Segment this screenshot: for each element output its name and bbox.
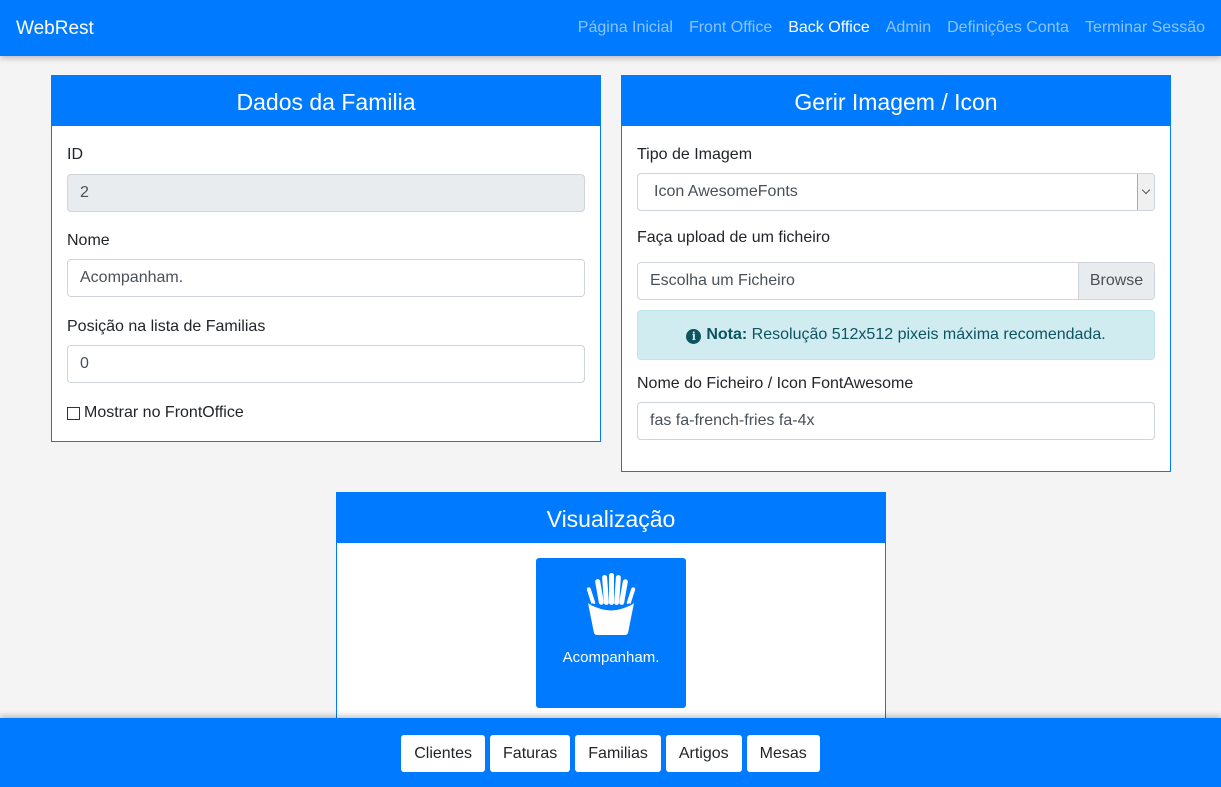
filename-field[interactable]: fas fa-french-fries fa-4x [637, 402, 1155, 440]
browse-button[interactable]: Browse [1078, 263, 1154, 299]
info-circle-icon: i [686, 329, 702, 344]
image-type-select[interactable]: Icon AwesomeFonts [637, 173, 1155, 211]
chevron-down-icon[interactable] [1137, 174, 1154, 210]
family-card-title: Dados da Familia [52, 76, 600, 126]
file-upload-input[interactable]: Escolha um Ficheiro Browse [637, 262, 1155, 300]
nav-link-back-office[interactable]: Back Office [788, 19, 870, 37]
id-field: 2 [67, 174, 585, 212]
show-frontoffice-checkbox[interactable] [67, 406, 80, 420]
note-text: Resolução 512x512 pixeis máxima recomend… [747, 326, 1106, 343]
name-label: Nome [67, 232, 110, 249]
footer-button-group: Clientes Faturas Familias Artigos Mesas [0, 735, 1221, 772]
french-fries-icon [586, 573, 636, 635]
resolution-note-alert: i Nota: Resolução 512x512 pixeis máxima r… [637, 310, 1155, 360]
show-frontoffice-label: Mostrar no FrontOffice [84, 404, 244, 421]
family-card-body: ID 2 Nome Acompanham. Posição na lista d… [52, 126, 600, 441]
preview-card-title: Visualização [337, 493, 885, 543]
image-card-body: Tipo de Imagem Icon AwesomeFonts Faça up… [622, 126, 1170, 471]
family-preview-tile[interactable]: Acompanham. [536, 558, 686, 708]
clientes-button[interactable]: Clientes [401, 735, 486, 772]
tile-label: Acompanham. [562, 649, 660, 666]
nav-link-terminar-sessao[interactable]: Terminar Sessão [1085, 19, 1205, 37]
faturas-button[interactable]: Faturas [490, 735, 571, 772]
show-frontoffice-row[interactable]: Mostrar no FrontOffice [67, 404, 244, 422]
name-field[interactable]: Acompanham. [67, 259, 585, 297]
familias-button[interactable]: Familias [575, 735, 661, 772]
nav-link-admin[interactable]: Admin [886, 19, 931, 37]
id-label: ID [67, 146, 83, 163]
upload-label: Faça upload de um ficheiro [637, 229, 830, 246]
file-upload-placeholder: Escolha um Ficheiro [650, 272, 795, 289]
image-card: Gerir Imagem / Icon Tipo de Imagem Icon … [621, 75, 1171, 472]
image-type-value: Icon AwesomeFonts [654, 183, 798, 200]
nav-links: Página Inicial Front Office Back Office … [578, 19, 1205, 37]
filename-label: Nome do Ficheiro / Icon FontAwesome [637, 375, 914, 392]
position-field[interactable]: 0 [67, 345, 585, 383]
nav-link-front-office[interactable]: Front Office [689, 19, 772, 37]
mesas-button[interactable]: Mesas [746, 735, 820, 772]
image-type-label: Tipo de Imagem [637, 146, 753, 163]
position-label: Posição na lista de Familias [67, 318, 266, 335]
top-navbar: WebRest Página Inicial Front Office Back… [0, 0, 1221, 56]
nav-link-pagina-inicial[interactable]: Página Inicial [578, 19, 673, 37]
artigos-button[interactable]: Artigos [665, 735, 742, 772]
brand-logo[interactable]: WebRest [16, 18, 94, 40]
preview-card-body: Acompanham. [337, 543, 885, 731]
note-label: Nota: [706, 326, 748, 343]
bottom-nav-footer: Clientes Faturas Familias Artigos Mesas [0, 718, 1221, 787]
family-data-card: Dados da Familia ID 2 Nome Acompanham. P… [51, 75, 601, 442]
nav-link-definicoes-conta[interactable]: Definições Conta [947, 19, 1069, 37]
image-card-title: Gerir Imagem / Icon [622, 76, 1170, 126]
preview-card: Visualização Acompanham. [336, 492, 886, 732]
